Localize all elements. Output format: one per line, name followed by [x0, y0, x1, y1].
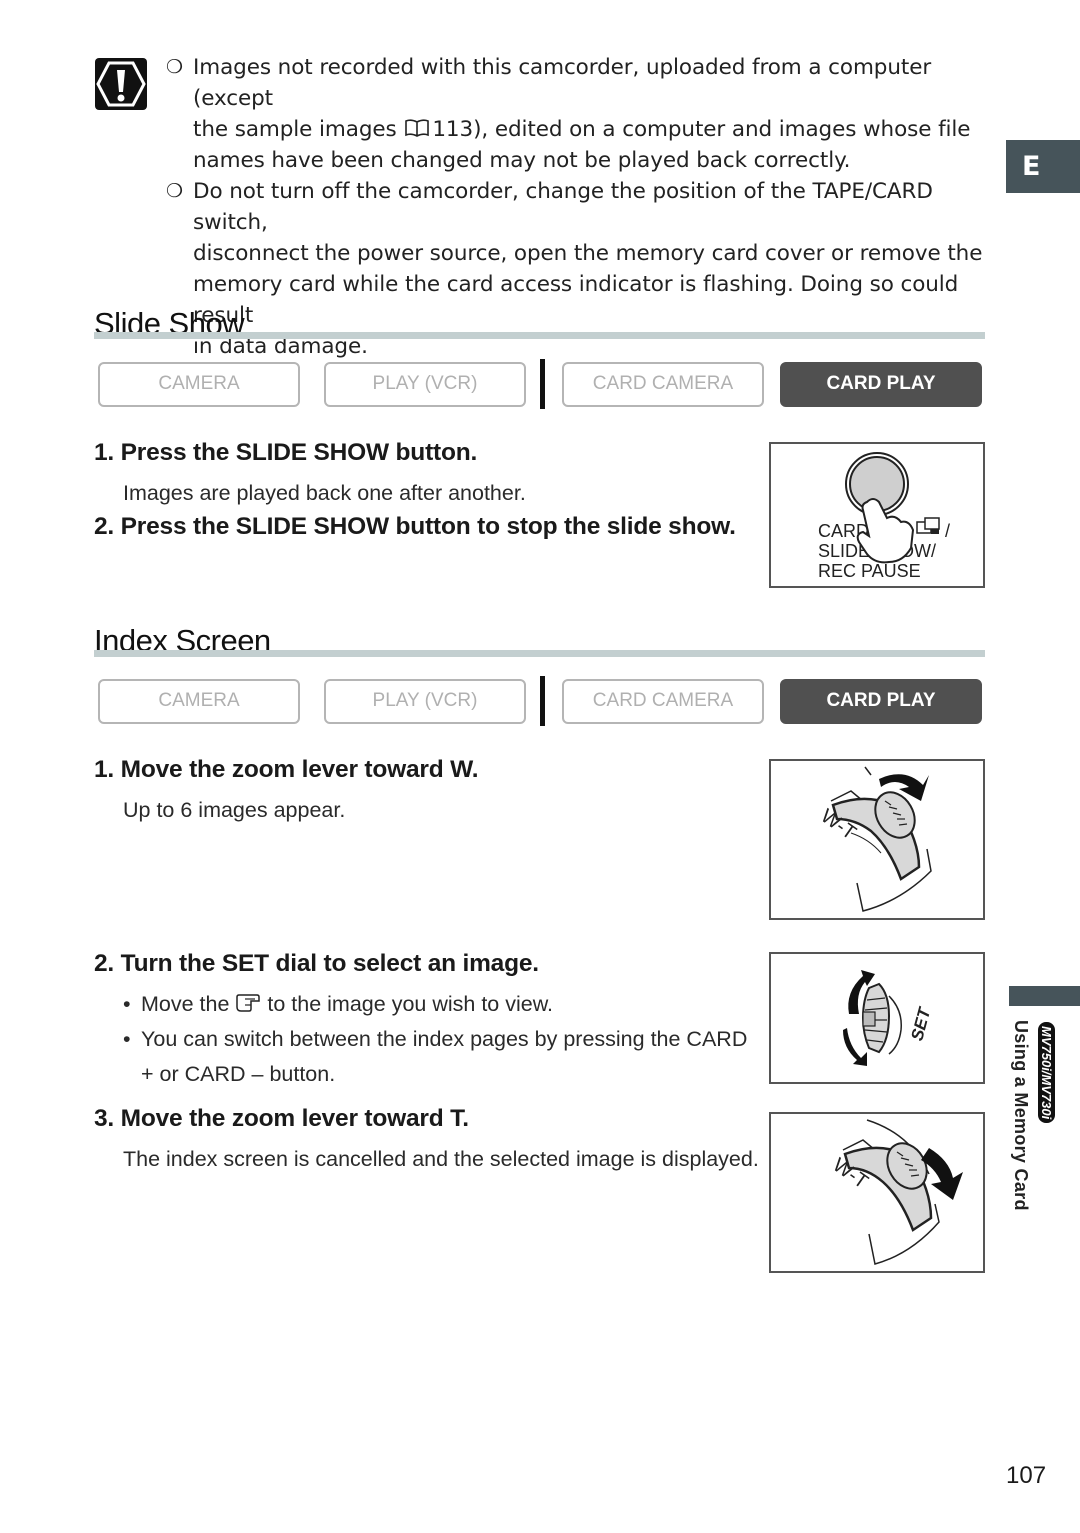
zoom-lever-t-illustration: W-T — [829, 1119, 963, 1265]
chapter-tab-bar — [1009, 986, 1080, 1006]
step-bullet-list: • Move the to the image you wish to view… — [123, 987, 747, 1092]
zoom-lever-w-illustration: W-T — [817, 766, 932, 912]
page-reference-link[interactable]: 113 — [432, 117, 473, 142]
mode-camera: CAMERA — [98, 678, 300, 724]
section-rule — [94, 650, 985, 657]
pointer-hand-icon — [235, 989, 261, 1012]
caution-item: ❍ Images not recorded with this camcorde… — [166, 52, 986, 176]
step-heading: 1. Press the SLIDE SHOW button. — [94, 439, 478, 466]
zoom-lever-w-figure: W-T — [769, 759, 985, 920]
chapter-tab[interactable]: Using a Memory Card MV750i/MV730i — [1010, 1020, 1070, 1260]
step-heading: 2. Turn the SET dial to select an image. — [94, 950, 539, 977]
figure-label: SET — [907, 1004, 934, 1042]
step-heading: 3. Move the zoom lever toward T. — [94, 1105, 469, 1132]
mode-card-camera: CARD CAMERA — [562, 361, 764, 407]
model-badge: MV750i/MV730i — [1038, 1022, 1055, 1124]
circle-bullet: ❍ — [166, 56, 183, 78]
mode-indicator-slide-show: CAMERA PLAY (VCR) CARD CAMERA CARD PLAY — [98, 359, 982, 409]
figure-label: REC PAUSE — [818, 561, 921, 581]
circle-bullet: ❍ — [166, 180, 183, 202]
mode-card-play-active: CARD PLAY — [780, 361, 982, 407]
language-tab[interactable]: E — [1006, 140, 1080, 193]
bullet-text: Move the — [141, 992, 236, 1016]
arrow-down-icon — [843, 1028, 867, 1066]
caution-text: Do not turn off the camcorder, change th… — [193, 179, 933, 235]
caution-text: memory card while the card access indica… — [193, 272, 959, 328]
zoom-lever-t-figure: W-T — [769, 1112, 985, 1273]
caution-text-part: the sample images — [193, 117, 404, 142]
book-reference-icon — [405, 115, 430, 137]
mode-play-vcr: PLAY (VCR) — [324, 361, 526, 407]
caution-text: Images not recorded with this camcorder,… — [193, 55, 932, 111]
mode-card-camera: CARD CAMERA — [562, 678, 764, 724]
bullet-text: + or CARD – button. — [141, 1062, 336, 1086]
slide-show-button-figure: CARD / SLIDE SHOW/ REC PAUSE — [769, 442, 985, 588]
bullet-item: • You can switch between the index pages… — [123, 1022, 747, 1092]
caution-list: ❍ Images not recorded with this camcorde… — [166, 52, 986, 362]
card-index-icon — [916, 517, 940, 534]
bullet-text: You can switch between the index pages b… — [141, 1027, 748, 1051]
mode-separator — [540, 676, 545, 726]
caution-text: the sample images 113), edited on a comp… — [193, 114, 986, 145]
mode-indicator-index-screen: CAMERA PLAY (VCR) CARD CAMERA CARD PLAY — [98, 676, 982, 726]
page-number: 107 — [1006, 1462, 1047, 1489]
caution-text: names have been changed may not be playe… — [193, 148, 851, 173]
caution-text-part: ), edited on a computer and images whose… — [473, 117, 971, 142]
mode-separator — [540, 359, 545, 409]
bullet-text: to the image you wish to view. — [261, 992, 554, 1016]
bullet-dot: • — [123, 1027, 131, 1051]
set-dial-figure: SET — [769, 952, 985, 1084]
mode-card-play-active: CARD PLAY — [780, 678, 982, 724]
figure-label: / — [945, 521, 950, 541]
caution-text: disconnect the power source, open the me… — [193, 241, 983, 266]
section-rule — [94, 332, 985, 339]
slide-show-button-illustration: CARD / SLIDE SHOW/ REC PAUSE — [818, 452, 950, 581]
chapter-title: Using a Memory Card — [1011, 1020, 1031, 1211]
mode-play-vcr: PLAY (VCR) — [324, 678, 526, 724]
step-description: Up to 6 images appear. — [123, 798, 346, 822]
step-description: The index screen is cancelled and the se… — [123, 1147, 759, 1171]
bullet-dot: • — [123, 992, 131, 1016]
bullet-item: • Move the to the image you wish to view… — [123, 987, 747, 1022]
step-description: Images are played back one after another… — [123, 481, 526, 505]
step-heading: 1. Move the zoom lever toward W. — [94, 756, 479, 783]
caution-exclamation-icon — [95, 58, 147, 110]
step-heading: 2. Press the SLIDE SHOW button to stop t… — [94, 513, 736, 540]
set-dial-illustration: SET — [843, 970, 935, 1066]
mode-camera: CAMERA — [98, 361, 300, 407]
